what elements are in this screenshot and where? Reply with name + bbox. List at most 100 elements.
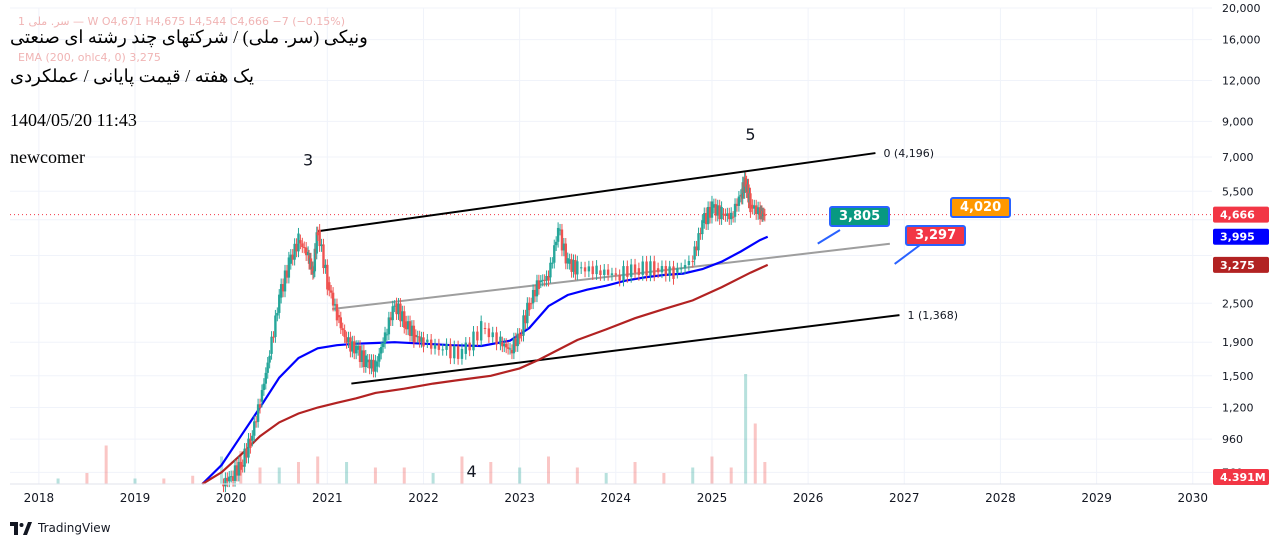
candle-body: [251, 435, 254, 441]
volume-histogram: [56, 374, 767, 484]
candle-body: [603, 269, 606, 275]
candle-body: [599, 270, 602, 275]
candle-body: [301, 243, 304, 248]
callout-3297[interactable]: 3,297: [905, 225, 967, 246]
x-tick-label: 2020: [216, 491, 247, 505]
candle-body: [383, 332, 387, 343]
trend-line-label: 1 (1,368): [907, 309, 958, 322]
volume-bar: [162, 478, 166, 484]
x-tick-label: 2019: [120, 491, 151, 505]
candle-body: [720, 206, 723, 220]
candle-body: [464, 342, 467, 354]
candle-body: [339, 317, 342, 329]
candle-body: [453, 346, 456, 359]
volume-bar: [104, 445, 108, 484]
volume-bar: [744, 374, 748, 484]
candle-body: [595, 265, 598, 275]
x-tick-label: 2026: [793, 491, 824, 505]
x-tick-label: 2024: [601, 491, 632, 505]
candle-body: [456, 346, 460, 359]
x-tick-label: 2029: [1081, 491, 1112, 505]
volume-bar: [518, 467, 522, 484]
candle-body: [610, 273, 614, 275]
ema-readout: EMA (200, ohlc4, 0) 3,275: [18, 51, 161, 64]
volume-bar: [56, 478, 60, 484]
trend-line-label: 0 (4,196): [883, 147, 934, 160]
price-label-text: 4.391M: [1220, 471, 1266, 484]
candle-body: [656, 268, 660, 273]
candle-body: [591, 266, 594, 275]
candle-body: [391, 306, 394, 321]
candle-body: [328, 282, 331, 291]
volume-bar: [296, 462, 300, 484]
candle-body: [412, 325, 416, 343]
candle-body: [274, 315, 277, 337]
volume-bar: [460, 456, 464, 484]
candle-body: [583, 267, 587, 272]
candle-body: [479, 321, 483, 341]
candle-body: [676, 268, 679, 273]
candle-body: [429, 339, 433, 349]
candle-body: [679, 268, 683, 270]
candle-body: [649, 261, 652, 276]
trend-line: [351, 314, 900, 385]
candle-body: [491, 332, 494, 338]
trend-line: [332, 242, 890, 311]
candle-body: [763, 214, 767, 216]
candle-body: [426, 339, 429, 343]
candle-body: [433, 344, 437, 349]
chart-title: ونیکی (سر. ملی) / شرکتهای چند رشته ای صن…: [10, 27, 368, 47]
candle-body: [483, 328, 487, 330]
callout-pointer: [817, 229, 841, 245]
candle-body: [683, 265, 687, 269]
volume-bar: [753, 423, 757, 484]
candle-body: [268, 355, 271, 363]
candle-body: [508, 348, 512, 350]
y-tick-label: 2,500: [1222, 297, 1254, 310]
candle-body: [260, 390, 264, 402]
candle-body: [691, 261, 694, 263]
price-label-text: 3,995: [1220, 231, 1255, 244]
chart-datetime: 1404/05/20 11:43: [10, 110, 137, 130]
candle-body: [587, 266, 591, 272]
x-tick-label: 2023: [504, 491, 535, 505]
candle-body: [228, 476, 231, 482]
candle-body: [343, 330, 346, 338]
volume-bar: [277, 467, 281, 484]
x-tick-label: 2022: [408, 491, 439, 505]
y-tick-label: 1,500: [1222, 370, 1254, 383]
candle-body: [626, 266, 629, 277]
volume-bar: [633, 462, 637, 484]
y-tick-label: 1,900: [1222, 336, 1254, 349]
y-tick-label: 9,000: [1222, 115, 1254, 128]
tradingview-logo-icon: [10, 521, 32, 535]
y-tick-label: 960: [1222, 433, 1243, 446]
candle-body: [381, 342, 385, 347]
candle-body: [258, 404, 262, 408]
candle-body: [253, 421, 256, 436]
candle-body: [749, 193, 752, 213]
candle-body: [331, 292, 335, 306]
candle-body: [730, 212, 733, 220]
candle-body: [441, 349, 444, 351]
volume-bar: [345, 462, 349, 484]
callout-3805[interactable]: 3,805: [829, 206, 891, 227]
y-tick-label: 20,000: [1222, 2, 1261, 15]
volume-bar: [691, 467, 695, 484]
candle-body: [731, 216, 735, 218]
volume-bar: [489, 462, 493, 484]
candle-body: [495, 332, 498, 345]
footer: TradingView: [10, 521, 111, 535]
candle-body: [687, 261, 691, 266]
volume-bar: [373, 467, 377, 484]
price-candles: [222, 172, 767, 493]
candle-body: [437, 344, 441, 350]
candle-body: [487, 328, 491, 338]
callout-4020[interactable]: 4,020: [950, 197, 1012, 218]
volume-bar: [431, 473, 435, 484]
candle-body: [476, 331, 479, 341]
ema-line: [201, 263, 769, 485]
candle-body: [329, 290, 333, 293]
candle-body: [460, 348, 464, 359]
candle-body: [445, 343, 448, 350]
